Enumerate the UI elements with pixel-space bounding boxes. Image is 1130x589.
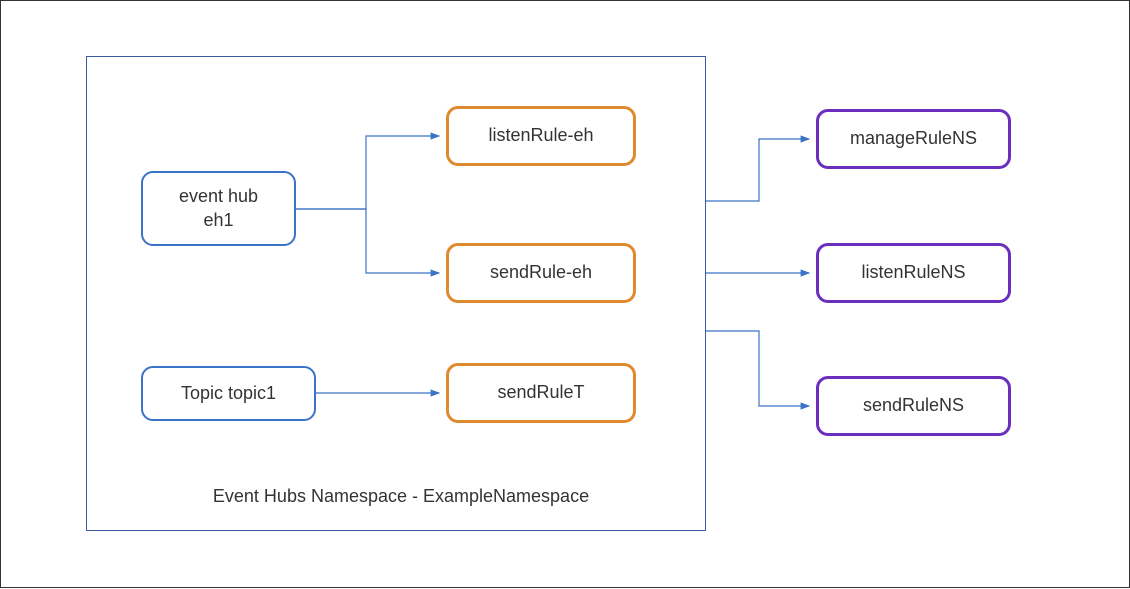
box-managerulens: manageRuleNS <box>816 109 1011 169</box>
box-listenrule-eh: listenRule-eh <box>446 106 636 166</box>
box-eventhub-eh1: event hub eh1 <box>141 171 296 246</box>
namespace-label: Event Hubs Namespace - ExampleNamespace <box>201 486 601 507</box>
diagram-canvas: Event Hubs Namespace - ExampleNamespace … <box>0 0 1130 588</box>
box-sendrulens: sendRuleNS <box>816 376 1011 436</box>
box-sendrule-eh: sendRule-eh <box>446 243 636 303</box>
box-sendrule-t: sendRuleT <box>446 363 636 423</box>
box-topic-topic1: Topic topic1 <box>141 366 316 421</box>
box-listenrulens: listenRuleNS <box>816 243 1011 303</box>
